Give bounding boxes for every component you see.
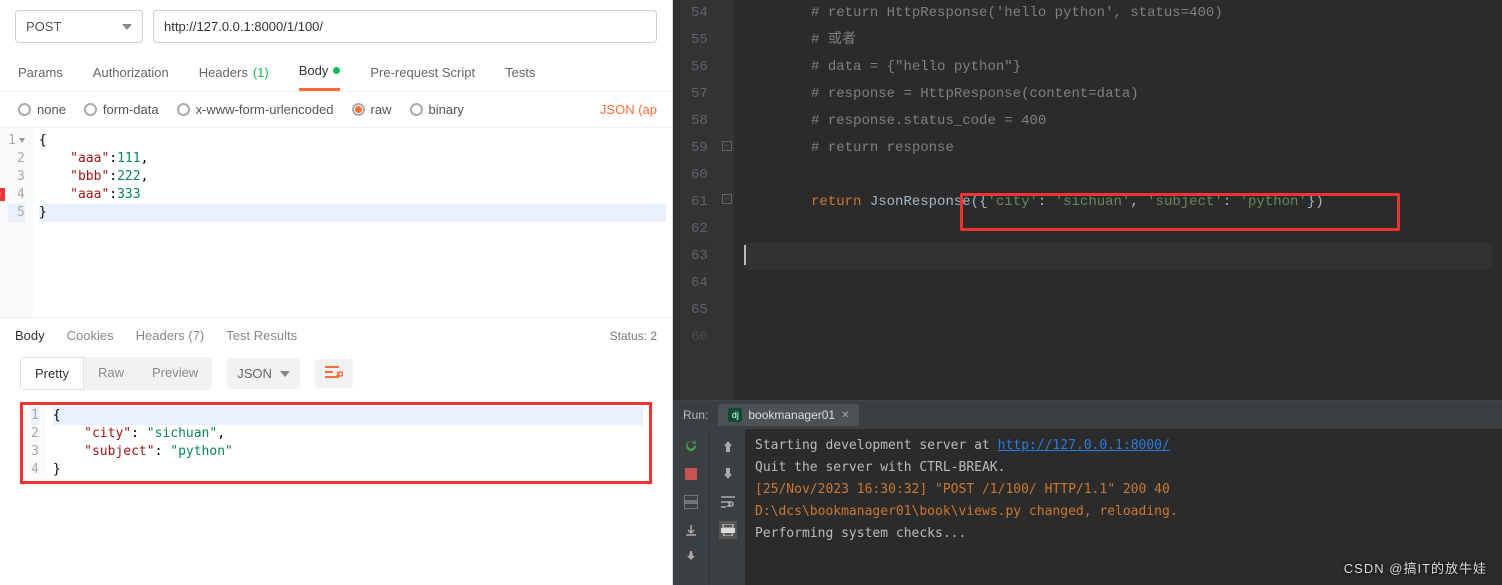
layout-icon[interactable] bbox=[682, 493, 700, 511]
content-type-select[interactable]: JSON (ap bbox=[600, 102, 657, 117]
chevron-down-icon bbox=[280, 371, 290, 377]
run-panel: Run: dj bookmanager01 ✕ Star bbox=[673, 400, 1502, 585]
close-icon[interactable]: ✕ bbox=[841, 410, 849, 421]
fold-icon[interactable]: — bbox=[722, 141, 732, 151]
up-icon[interactable] bbox=[719, 437, 737, 455]
server-url-link[interactable]: http://127.0.0.1:8000/ bbox=[998, 438, 1170, 453]
view-mode-group: Pretty Raw Preview bbox=[20, 357, 212, 390]
postman-panel: POST Params Authorization Headers (1) Bo… bbox=[0, 0, 673, 585]
url-input[interactable] bbox=[153, 10, 657, 43]
response-body-highlight: 1 2 3 4 { "city": "sichuan", "subject": … bbox=[20, 402, 652, 484]
wrap-lines-button[interactable] bbox=[315, 359, 353, 388]
pin-icon[interactable] bbox=[682, 549, 700, 567]
resp-tab-cookies[interactable]: Cookies bbox=[67, 328, 114, 343]
print-icon[interactable] bbox=[719, 521, 737, 539]
django-icon: dj bbox=[728, 408, 742, 422]
radio-urlencoded[interactable]: x-www-form-urlencoded bbox=[177, 102, 334, 117]
stop-icon[interactable] bbox=[682, 465, 700, 483]
tab-authorization[interactable]: Authorization bbox=[93, 63, 169, 91]
resp-tab-body[interactable]: Body bbox=[15, 328, 45, 343]
run-label: Run: bbox=[683, 408, 708, 422]
tab-headers[interactable]: Headers (1) bbox=[199, 63, 269, 91]
rerun-icon[interactable] bbox=[682, 437, 700, 455]
radio-binary[interactable]: binary bbox=[410, 102, 464, 117]
view-raw[interactable]: Raw bbox=[84, 357, 138, 390]
response-status: Status: 2 bbox=[610, 329, 657, 343]
resp-tab-headers[interactable]: Headers (7) bbox=[136, 328, 205, 343]
http-method-value: POST bbox=[26, 19, 61, 34]
ide-panel: 54 55 56 57 58 59 60 61 62 63 64 65 66 —… bbox=[673, 0, 1502, 585]
fold-icon[interactable]: — bbox=[722, 194, 732, 204]
radio-form-data[interactable]: form-data bbox=[84, 102, 159, 117]
resp-tab-tests[interactable]: Test Results bbox=[226, 328, 297, 343]
request-body-editor[interactable]: 1 2 3 ✖4 5 { "aaa":111, "bbb":222, "aaa"… bbox=[0, 128, 672, 318]
view-pretty[interactable]: Pretty bbox=[20, 357, 84, 390]
chevron-down-icon bbox=[122, 24, 132, 30]
radio-none[interactable]: none bbox=[18, 102, 66, 117]
dot-icon bbox=[333, 67, 340, 74]
error-icon: ✖ bbox=[0, 188, 5, 201]
radio-raw[interactable]: raw bbox=[352, 102, 392, 117]
tab-body[interactable]: Body bbox=[299, 63, 341, 91]
soft-wrap-icon[interactable] bbox=[719, 493, 737, 511]
response-type-select[interactable]: JSON bbox=[227, 358, 300, 389]
caret-icon bbox=[744, 245, 746, 265]
tab-params[interactable]: Params bbox=[18, 63, 63, 91]
view-preview[interactable]: Preview bbox=[138, 357, 212, 390]
console-output[interactable]: Starting development server at http://12… bbox=[745, 429, 1502, 585]
tab-prerequest[interactable]: Pre-request Script bbox=[370, 63, 475, 91]
down-icon[interactable] bbox=[719, 465, 737, 483]
response-body-editor[interactable]: 1 2 3 4 { "city": "sichuan", "subject": … bbox=[23, 407, 649, 479]
http-method-select[interactable]: POST bbox=[15, 10, 143, 43]
code-editor[interactable]: 54 55 56 57 58 59 60 61 62 63 64 65 66 —… bbox=[673, 0, 1502, 400]
tab-tests[interactable]: Tests bbox=[505, 63, 535, 91]
export-icon[interactable] bbox=[682, 521, 700, 539]
run-tab[interactable]: dj bookmanager01 ✕ bbox=[718, 404, 859, 426]
